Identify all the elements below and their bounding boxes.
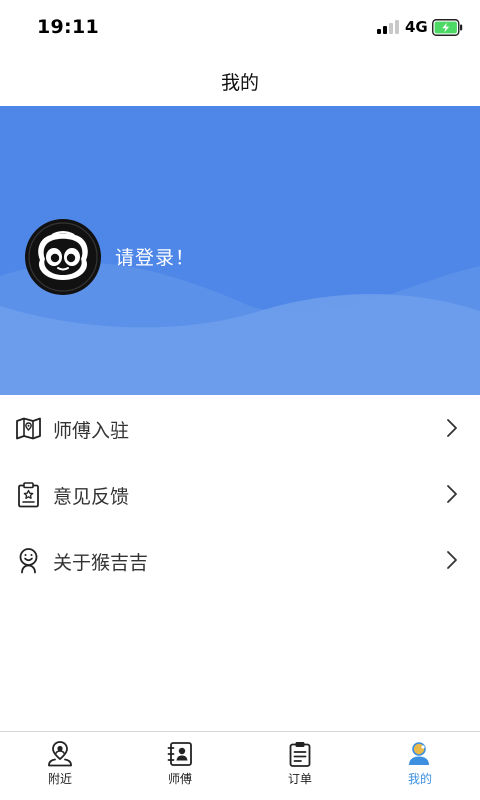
contact-card-icon [167, 742, 192, 766]
menu-item-master-join[interactable]: 师傅入驻 [0, 395, 480, 461]
network-type: 4G [405, 18, 428, 36]
tab-orders[interactable]: 订单 [240, 732, 360, 800]
menu-label-master-join: 师傅入驻 [53, 420, 130, 442]
chevron-right-icon [447, 551, 457, 569]
user-profile-icon [409, 742, 429, 765]
battery-charging-icon [432, 19, 463, 36]
menu-label-about: 关于猴吉吉 [53, 552, 149, 574]
status-bar: 19:11 4G [0, 0, 480, 56]
tab-label-mine: 我的 [407, 772, 432, 786]
tab-mine[interactable]: 我的 [360, 732, 480, 800]
tab-masters[interactable]: 师傅 [120, 732, 240, 800]
menu-item-about[interactable]: 关于猴吉吉 [0, 527, 480, 593]
tab-label-masters: 师傅 [167, 772, 192, 786]
menu-label-feedback: 意见反馈 [53, 486, 130, 508]
profile-header: 请登录！ [0, 106, 480, 395]
chevron-right-icon [447, 485, 457, 503]
order-clipboard-icon [289, 742, 311, 767]
feedback-clipboard-icon [18, 482, 39, 508]
tab-label-nearby: 附近 [47, 772, 72, 786]
avatar[interactable] [24, 218, 102, 296]
menu-item-feedback[interactable]: 意见反馈 [0, 461, 480, 527]
settings-menu: 师傅入驻 意见反馈 关于猴吉吉 [0, 395, 480, 593]
chevron-right-icon [447, 419, 457, 437]
tab-label-orders: 订单 [287, 772, 312, 786]
smile-person-icon [19, 548, 38, 574]
signal-icon [377, 20, 399, 34]
navigation-bar: 我的 [0, 56, 480, 106]
tab-bar: 附近 师傅 订单 我的 [0, 731, 480, 800]
status-time: 19:11 [37, 16, 99, 38]
tab-nearby[interactable]: 附近 [0, 732, 120, 800]
map-icon [16, 417, 41, 440]
login-prompt[interactable]: 请登录！ [115, 243, 195, 270]
location-person-icon [48, 741, 72, 767]
page-title: 我的 [220, 72, 259, 94]
